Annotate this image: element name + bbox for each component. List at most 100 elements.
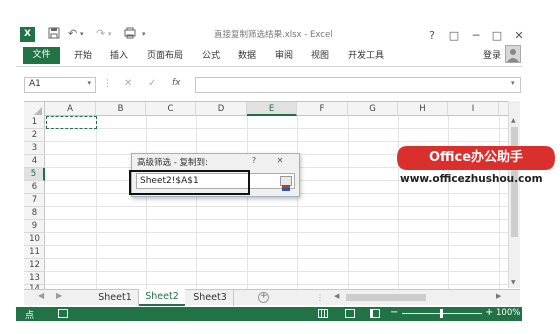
- sheet-tab-bar: ◀ ▶ Sheet1 Sheet2 Sheet3 + ⋮ ◀ ▶: [24, 289, 520, 306]
- scroll-up-icon[interactable]: ▲: [511, 117, 516, 124]
- dialog-close-button[interactable]: ✕: [270, 155, 290, 167]
- tab-developer[interactable]: 开发工具: [348, 47, 384, 65]
- new-sheet-button[interactable]: +: [258, 291, 269, 303]
- tab-page-layout[interactable]: 页面布局: [147, 47, 183, 65]
- sheet-tab-1[interactable]: Sheet1: [92, 290, 139, 306]
- tab-formulas[interactable]: 公式: [202, 47, 220, 65]
- tab-view[interactable]: 视图: [311, 47, 329, 65]
- sheet-tab-2[interactable]: Sheet2: [139, 289, 185, 306]
- excel-logo-icon: X: [20, 27, 35, 42]
- select-all-corner[interactable]: [24, 102, 45, 116]
- column-header-b[interactable]: B: [96, 102, 146, 116]
- column-header-a[interactable]: A: [45, 102, 96, 116]
- redo-dropdown-icon[interactable]: ▾: [108, 26, 112, 42]
- column-header-c[interactable]: C: [146, 102, 196, 116]
- cancel-entry-icon[interactable]: ✕: [124, 78, 132, 89]
- row-header-5[interactable]: 5: [24, 168, 45, 181]
- customize-qat-icon[interactable]: ▾: [142, 26, 146, 42]
- row-header-12[interactable]: 12: [24, 259, 45, 272]
- collapse-dialog-icon[interactable]: [280, 176, 292, 191]
- page-break-view-icon[interactable]: [370, 309, 380, 318]
- expand-formula-bar-icon[interactable]: ▾: [511, 79, 515, 87]
- row-header-4[interactable]: 4: [24, 155, 45, 168]
- print-preview-icon[interactable]: [124, 27, 136, 44]
- normal-view-icon[interactable]: [318, 309, 328, 318]
- row-header-1[interactable]: 1: [24, 116, 45, 129]
- zoom-out-icon[interactable]: −: [390, 307, 398, 318]
- minimize-button[interactable]: ─: [468, 28, 484, 44]
- input-highlight-box: [129, 170, 250, 195]
- column-header-f[interactable]: F: [297, 102, 348, 116]
- column-header-h[interactable]: H: [398, 102, 448, 116]
- status-bar: 点 − + 100%: [16, 307, 522, 321]
- column-header-d[interactable]: D: [196, 102, 247, 116]
- name-box[interactable]: A1 ▾: [24, 77, 96, 93]
- formula-bar-grip-icon: ⋮: [103, 79, 112, 89]
- gridline: [146, 116, 147, 289]
- gridline: [247, 116, 248, 289]
- gridline: [398, 116, 399, 289]
- window-title: 直接复制筛选结果.xlsx - Excel: [214, 30, 333, 40]
- column-header-e[interactable]: E: [247, 102, 297, 116]
- zoom-slider[interactable]: [402, 309, 482, 318]
- ribbon-divider: [16, 66, 522, 67]
- file-tab-label: 文件: [32, 50, 51, 60]
- dialog-title: 高级筛选 - 复制到:: [137, 158, 208, 168]
- zoom-level[interactable]: 100%: [496, 308, 520, 318]
- sheet-tab-3[interactable]: Sheet3: [187, 290, 234, 306]
- gridline: [348, 116, 349, 289]
- row-header-6[interactable]: 6: [24, 181, 45, 194]
- gridline: [448, 116, 449, 289]
- user-avatar-icon[interactable]: [505, 45, 521, 63]
- sign-in-link[interactable]: 登录: [483, 47, 501, 65]
- scroll-right-icon[interactable]: ▶: [496, 292, 501, 300]
- brand-url: www.officezhushou.com: [400, 173, 543, 185]
- name-box-dropdown-icon[interactable]: ▾: [87, 79, 91, 87]
- horizontal-scroll-thumb[interactable]: [346, 294, 426, 301]
- brand-logo-text: Office办公助手: [428, 150, 524, 165]
- insert-function-icon[interactable]: fx: [172, 78, 181, 88]
- zoom-slider-thumb[interactable]: [440, 309, 443, 318]
- status-mode: 点: [25, 311, 35, 321]
- row-header-8[interactable]: 8: [24, 207, 45, 220]
- zoom-in-icon[interactable]: +: [485, 307, 493, 318]
- gridline: [96, 116, 97, 289]
- dialog-help-button[interactable]: ?: [244, 155, 264, 167]
- confirm-entry-icon[interactable]: ✓: [148, 78, 156, 89]
- row-header-10[interactable]: 10: [24, 233, 45, 246]
- excel-window: X ↶ ▾ ↷ ▾ ▾ 直接复制筛选结果.xlsx - Excel ? □ ─ …: [0, 0, 560, 334]
- scroll-down-icon[interactable]: ▼: [511, 279, 516, 286]
- page-layout-view-icon[interactable]: [345, 309, 355, 318]
- row-header-7[interactable]: 7: [24, 194, 45, 207]
- tab-review[interactable]: 审阅: [275, 47, 293, 65]
- scroll-left-icon[interactable]: ◀: [334, 292, 339, 300]
- save-icon[interactable]: [48, 27, 60, 44]
- macro-record-icon[interactable]: [58, 309, 68, 318]
- new-sheet-label: +: [260, 291, 268, 301]
- help-button[interactable]: ?: [424, 28, 440, 44]
- formula-input[interactable]: [195, 77, 521, 93]
- horizontal-scrollbar[interactable]: ◀ ▶: [332, 292, 506, 303]
- vertical-scrollbar[interactable]: ▲ ▼: [508, 101, 520, 288]
- column-header-i[interactable]: I: [448, 102, 499, 116]
- tab-split-grip[interactable]: ⋮: [316, 293, 324, 302]
- gridline: [196, 116, 197, 289]
- gridline: [499, 116, 500, 289]
- ribbon-display-button[interactable]: □: [446, 28, 462, 44]
- row-header-2[interactable]: 2: [24, 129, 45, 142]
- tab-home[interactable]: 开始: [74, 47, 92, 65]
- next-sheet-icon[interactable]: ▶: [56, 291, 62, 300]
- maximize-button[interactable]: □: [489, 28, 505, 44]
- row-header-3[interactable]: 3: [24, 142, 45, 155]
- tab-data[interactable]: 数据: [238, 47, 256, 65]
- redo-icon[interactable]: ↷: [96, 26, 105, 42]
- row-header-11[interactable]: 11: [24, 246, 45, 259]
- column-header-g[interactable]: G: [348, 102, 398, 116]
- prev-sheet-icon[interactable]: ◀: [38, 291, 44, 300]
- gridline: [297, 116, 298, 289]
- tab-insert[interactable]: 插入: [110, 47, 128, 65]
- row-header-9[interactable]: 9: [24, 220, 45, 233]
- close-button[interactable]: ✕: [511, 28, 527, 44]
- undo-icon[interactable]: ↶: [68, 26, 77, 42]
- undo-dropdown-icon[interactable]: ▾: [80, 26, 84, 42]
